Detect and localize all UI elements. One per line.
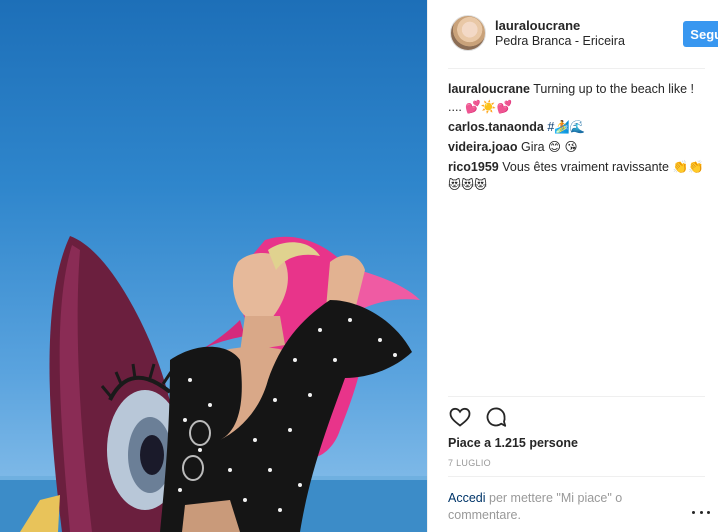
post-photo[interactable]: [0, 0, 427, 532]
login-link[interactable]: Accedi: [448, 491, 486, 505]
comment-item: rico1959 Vous êtes vraiment ravissante 👏…: [448, 158, 708, 194]
comment-bubble-icon[interactable]: [484, 405, 508, 429]
avatar[interactable]: [450, 15, 486, 51]
more-options-icon[interactable]: [692, 505, 710, 519]
likes-count[interactable]: Piace a 1.215 persone: [448, 436, 578, 450]
dot: [699, 510, 703, 514]
comment-item: carlos.tanaonda #🏄🌊: [448, 118, 708, 136]
comment-text: Gira 😊 😘: [520, 140, 578, 154]
location-link[interactable]: Pedra Branca - Ericeira: [495, 34, 625, 48]
dot: [692, 510, 695, 514]
post-side-panel: lauraloucrane Pedra Branca - Ericeira Se…: [427, 0, 718, 532]
footer-divider: [448, 476, 705, 477]
comment-item: videira.joao Gira 😊 😘: [448, 138, 708, 156]
follow-button[interactable]: Segui: [683, 21, 718, 47]
beach-photo-illustration: [0, 236, 427, 532]
header-divider: [448, 68, 705, 69]
actions-divider: [448, 396, 705, 397]
comment-username[interactable]: videira.joao: [448, 140, 517, 154]
comment-username[interactable]: carlos.tanaonda: [448, 120, 544, 134]
header-username[interactable]: lauraloucrane: [495, 18, 580, 33]
comment-caption: lauraloucrane Turning up to the beach li…: [448, 80, 708, 116]
dot: [707, 510, 710, 514]
heart-icon[interactable]: [448, 405, 472, 429]
comment-username[interactable]: lauraloucrane: [448, 82, 530, 96]
comment-hashtag[interactable]: #🏄🌊: [547, 120, 585, 134]
comment-username[interactable]: rico1959: [448, 160, 499, 174]
login-prompt: Accedi per mettere "Mi piace" o commenta…: [448, 490, 638, 524]
post-actions: [448, 405, 528, 429]
post-header: lauraloucrane Pedra Branca - Ericeira Se…: [448, 14, 718, 54]
instagram-post: lauraloucrane Pedra Branca - Ericeira Se…: [0, 0, 718, 532]
comments-list: lauraloucrane Turning up to the beach li…: [448, 80, 708, 196]
post-date[interactable]: 7 LUGLIO: [448, 458, 491, 468]
